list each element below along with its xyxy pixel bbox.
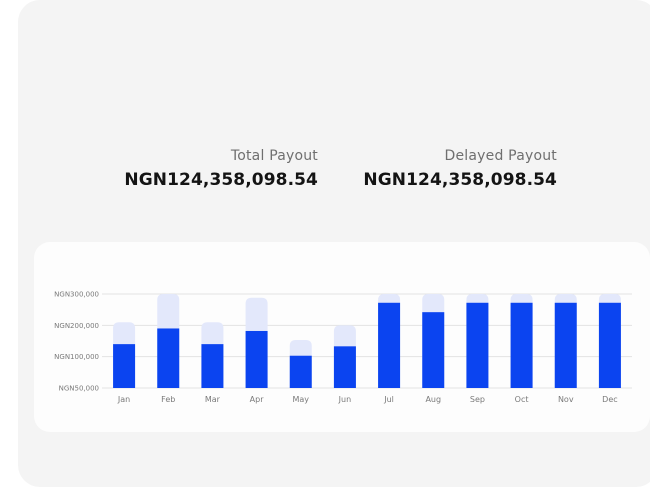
x-tick-label-apr: Apr (250, 395, 265, 404)
chart-card: NGN300,000 NGN200,000 NGN100,000 NGN50,000 J… (34, 242, 650, 432)
bar-primary-apr (245, 330, 268, 388)
x-tick-label-dec: Dec (602, 395, 617, 404)
bar-primary-dec (598, 302, 621, 388)
payout-bar-chart: NGN300,000 NGN200,000 NGN100,000 NGN50,000 J… (54, 291, 632, 404)
x-tick-label-may: May (292, 395, 309, 404)
x-tick-label-jun: Jun (338, 395, 352, 404)
x-tick-label-nov: Nov (558, 395, 574, 404)
bar-primary-jun (333, 346, 356, 388)
bar-primary-may (289, 355, 312, 388)
x-tick-label-mar: Mar (205, 395, 221, 404)
x-tick-label-jan: Jan (117, 395, 130, 404)
x-tick-label-feb: Feb (161, 395, 175, 404)
y-tick-label-0: NGN300,000 (54, 291, 99, 299)
bar-primary-mar (201, 344, 224, 388)
x-tick-label-oct: Oct (515, 395, 529, 404)
y-tick-label-3: NGN50,000 (59, 385, 99, 393)
delayed-payout-stat: Delayed Payout NGN124,358,098.54 (363, 148, 557, 190)
x-tick-label-aug: Aug (425, 395, 441, 404)
bar-primary-nov (554, 302, 577, 388)
total-payout-value: NGN124,358,098.54 (124, 170, 318, 190)
y-tick-label-1: NGN200,000 (54, 322, 99, 330)
x-tick-label-jul: Jul (383, 395, 394, 404)
total-payout-stat: Total Payout NGN124,358,098.54 (124, 148, 318, 190)
total-payout-label: Total Payout (230, 148, 318, 164)
bar-primary-jul (378, 302, 401, 388)
y-tick-label-2: NGN100,000 (54, 353, 99, 361)
bar-primary-feb (157, 328, 180, 388)
delayed-payout-label: Delayed Payout (444, 148, 557, 164)
bar-primary-sep (466, 302, 489, 388)
x-tick-label-sep: Sep (470, 395, 485, 404)
delayed-payout-value: NGN124,358,098.54 (363, 170, 557, 190)
bar-primary-oct (510, 302, 533, 388)
bar-primary-jan (113, 344, 136, 388)
bar-primary-aug (422, 312, 445, 388)
